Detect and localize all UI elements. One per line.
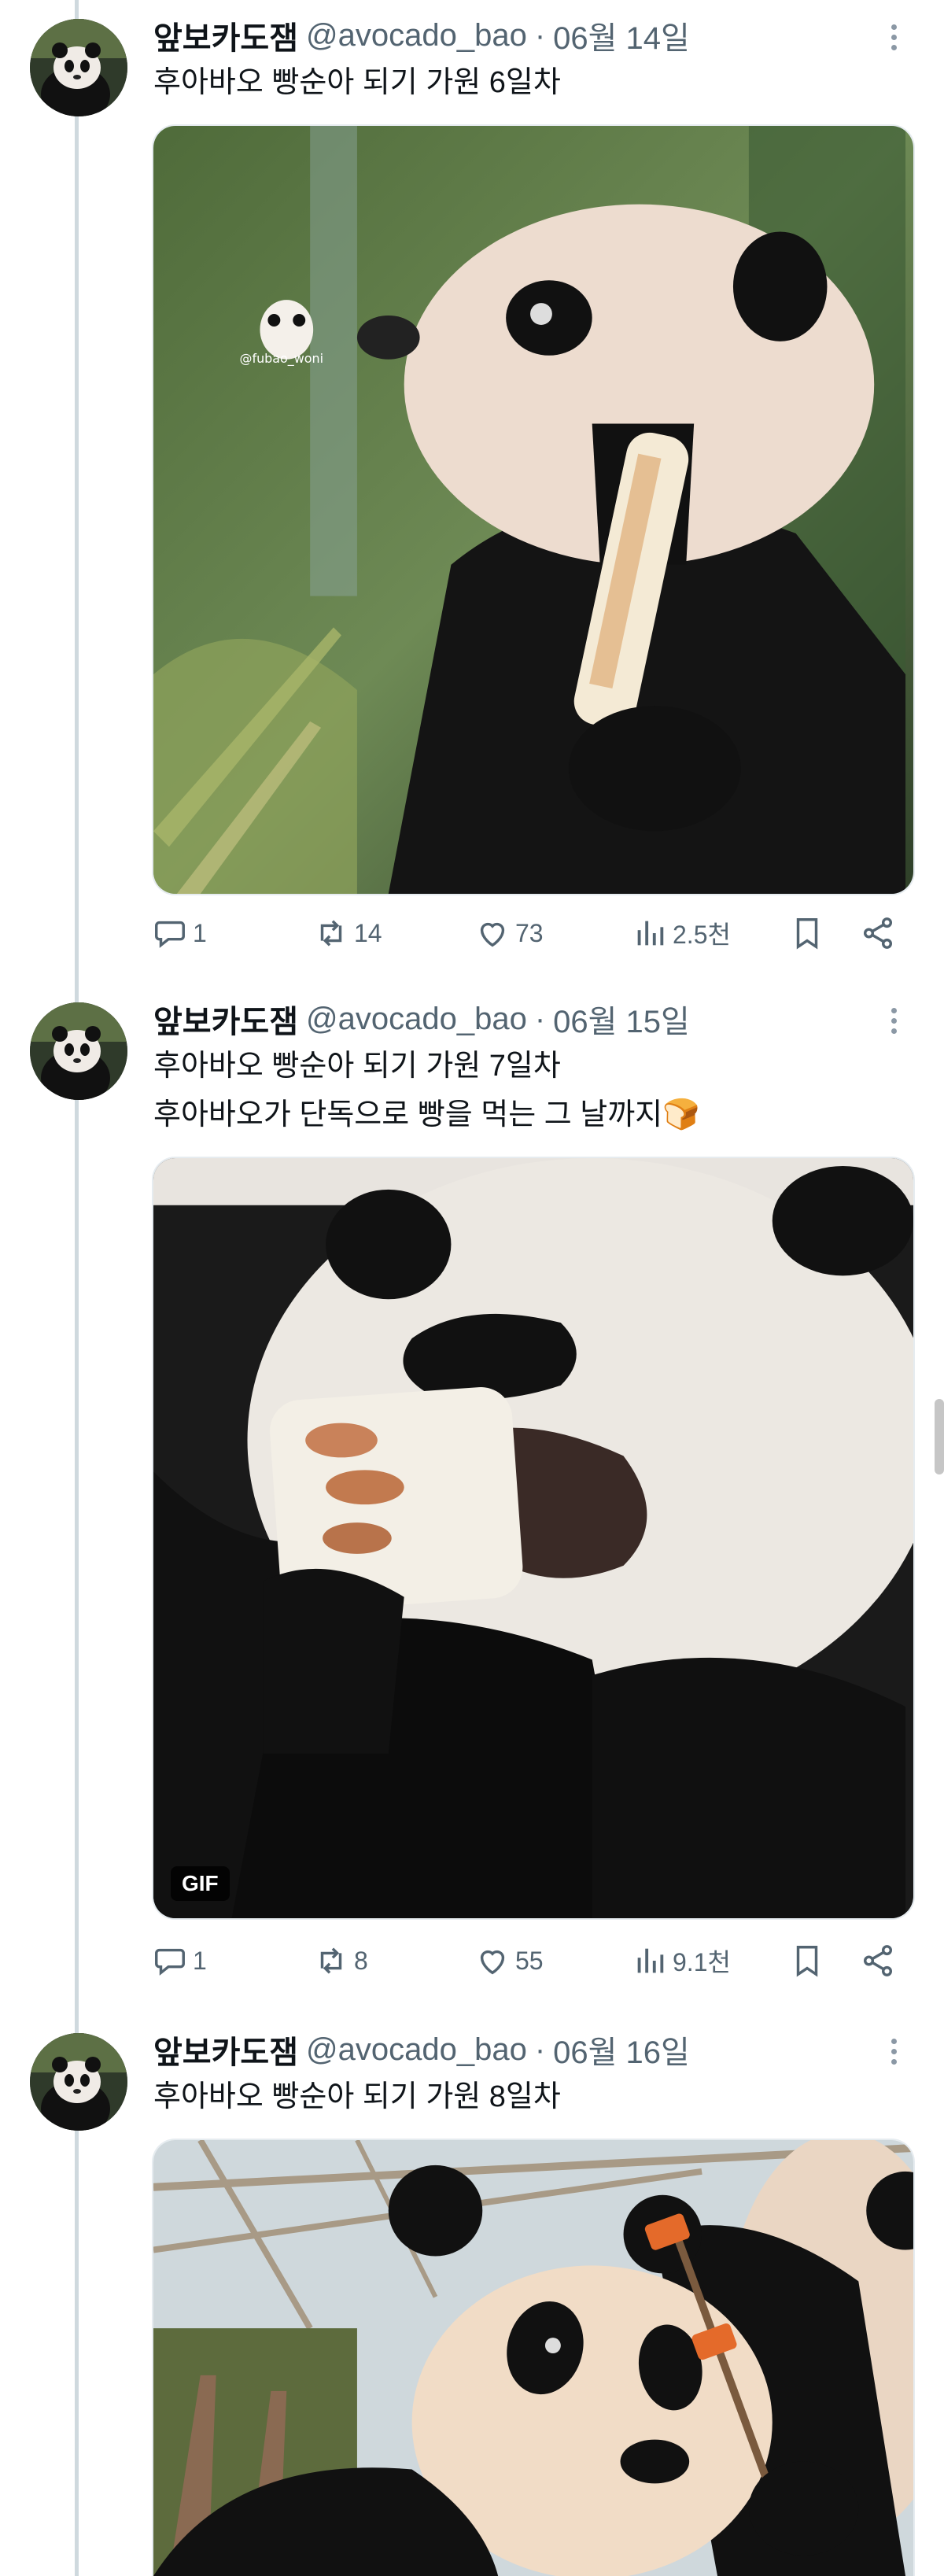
view-count: 2.5천: [673, 921, 731, 949]
author-handle[interactable]: @avocado_bao: [306, 2032, 527, 2068]
tweet-text: 후아바오 빵순아 되기 가원 6일차: [153, 58, 561, 107]
tweet-text: 후아바오 빵순아 되기 가원 7일차 후아바오가 단독으로 빵을 먹는 그 날까…: [153, 1042, 699, 1139]
more-options-icon[interactable]: [875, 1001, 913, 1040]
bookmark-icon: [796, 918, 818, 950]
tweet-image[interactable]: @fubao_woni: [152, 124, 915, 895]
separator-dot: ·: [534, 17, 546, 53]
more-options-icon[interactable]: [875, 2032, 913, 2071]
analytics-icon: [637, 921, 664, 946]
like-button[interactable]: 55: [474, 1937, 544, 1984]
heart-icon: [480, 922, 505, 947]
retweet-button[interactable]: 8: [313, 1937, 368, 1984]
tweet-header: 앞보카도잼 @avocado_bao · 06월 16일: [153, 2027, 690, 2072]
heart-icon: [480, 1950, 505, 1975]
retweet-button[interactable]: 14: [313, 910, 382, 957]
share-icon: [863, 917, 893, 949]
avatar[interactable]: [30, 19, 127, 116]
bookmark-button[interactable]: [789, 1937, 825, 1984]
scrollbar-thumb[interactable]: [935, 1399, 944, 1474]
tweet-text-line: 후아바오가 단독으로 빵을 먹는 그 날까지🍞: [153, 1098, 700, 1131]
views-button[interactable]: 2.5천: [632, 910, 731, 957]
avatar[interactable]: [30, 1002, 127, 1100]
retweet-count: 8: [354, 1946, 368, 1975]
retweet-count: 14: [354, 918, 382, 947]
comment-icon: [155, 921, 185, 948]
tweet-gif[interactable]: GIF: [152, 1157, 915, 1920]
views-button[interactable]: 9.1천: [632, 1937, 731, 1984]
thread-connector-line: [75, 0, 79, 2576]
tweet-actions: 1 14 73 2.5천: [152, 910, 915, 957]
separator-dot: ·: [534, 1001, 546, 1036]
analytics-icon: [637, 1948, 664, 1973]
image-watermark: @fubao_woni: [240, 351, 323, 367]
author-name[interactable]: 앞보카도잼: [153, 13, 298, 58]
author-name[interactable]: 앞보카도잼: [153, 996, 298, 1042]
share-button[interactable]: [860, 910, 896, 957]
tweet-text: 후아바오 빵순아 되기 가원 8일차: [153, 2072, 561, 2121]
reply-button[interactable]: 1: [152, 1937, 207, 1984]
tweet-date[interactable]: 06월 16일: [553, 2027, 690, 2072]
tweet-header: 앞보카도잼 @avocado_bao · 06월 14일: [153, 13, 690, 58]
separator-dot: ·: [534, 2032, 546, 2067]
reply-count: 1: [193, 1946, 207, 1975]
tweet-date[interactable]: 06월 14일: [553, 13, 690, 58]
reply-button[interactable]: 1: [152, 910, 207, 957]
share-icon: [863, 1945, 893, 1976]
more-options-icon[interactable]: [875, 17, 913, 57]
tweet-text-line: 후아바오 빵순아 되기 가원 7일차: [153, 1050, 561, 1083]
reply-count: 1: [193, 918, 207, 947]
like-count: 55: [515, 1946, 544, 1975]
tweet-actions: 1 8 55 9.1천: [152, 1937, 915, 1984]
bookmark-icon: [796, 1946, 818, 1977]
tweet-header: 앞보카도잼 @avocado_bao · 06월 15일: [153, 996, 690, 1042]
author-handle[interactable]: @avocado_bao: [306, 18, 527, 54]
comment-icon: [155, 1948, 185, 1976]
retweet-icon: [320, 1947, 342, 1974]
tweet-text-line: 후아바오 빵순아 되기 가원 6일차: [153, 66, 561, 99]
gif-badge: GIF: [171, 1866, 230, 1901]
tweet-image[interactable]: [152, 2139, 915, 2576]
author-name[interactable]: 앞보카도잼: [153, 2027, 298, 2072]
share-button[interactable]: [860, 1937, 896, 1984]
like-count: 73: [515, 918, 544, 947]
view-count: 9.1천: [673, 1948, 731, 1976]
like-button[interactable]: 73: [474, 910, 544, 957]
retweet-icon: [320, 920, 342, 947]
avatar[interactable]: [30, 2033, 127, 2131]
bookmark-button[interactable]: [789, 910, 825, 957]
tweet-text-line: 후아바오 빵순아 되기 가원 8일차: [153, 2080, 561, 2113]
tweet-date[interactable]: 06월 15일: [553, 996, 690, 1042]
author-handle[interactable]: @avocado_bao: [306, 1002, 527, 1037]
